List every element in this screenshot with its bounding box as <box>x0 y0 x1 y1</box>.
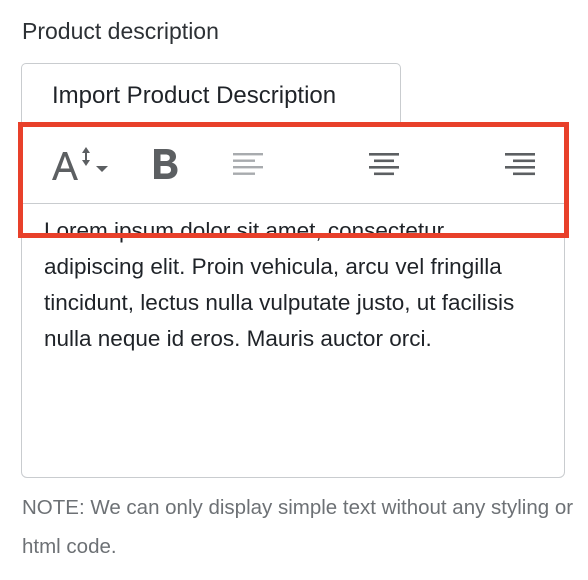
align-left-icon <box>233 153 263 175</box>
editor-content[interactable]: Lorem ipsum dolor sit amet, consectetur … <box>44 213 534 357</box>
text-size-button[interactable] <box>48 141 112 187</box>
text-size-icon <box>52 147 108 180</box>
note-text: NOTE: We can only display simple text wi… <box>22 496 574 558</box>
editor-toolbar <box>22 125 564 204</box>
align-right-icon <box>505 153 535 176</box>
tab-import-product-description[interactable]: Import Product Description <box>21 63 401 125</box>
align-right-button[interactable] <box>500 141 540 187</box>
bold-button[interactable] <box>146 141 186 187</box>
align-center-icon <box>369 153 399 176</box>
tab-label: Import Product Description <box>52 82 337 109</box>
bold-icon <box>154 149 178 179</box>
align-left-button[interactable] <box>228 141 268 187</box>
rich-text-editor: Lorem ipsum dolor sit amet, consectetur … <box>21 124 565 478</box>
field-label: Product description <box>22 18 219 44</box>
align-center-button[interactable] <box>364 141 404 187</box>
